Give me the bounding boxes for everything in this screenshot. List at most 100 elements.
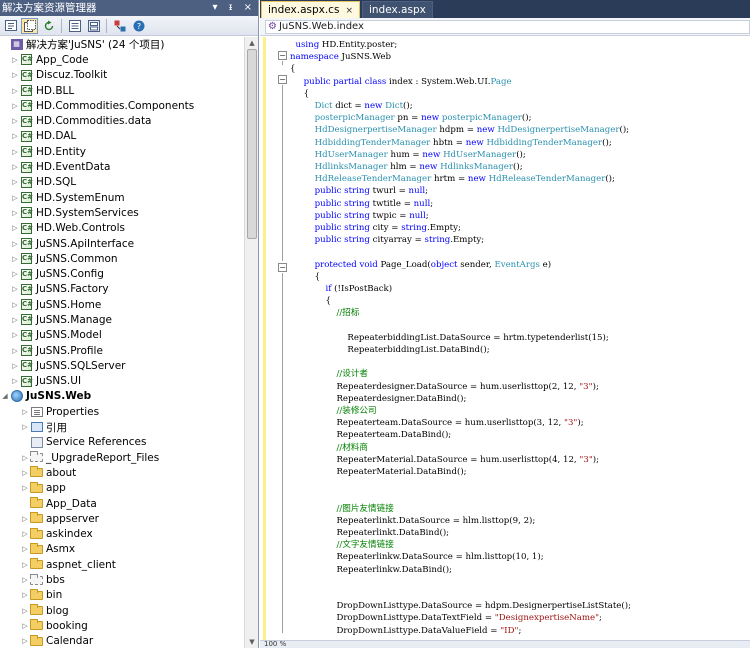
expand-arrow-icon[interactable]: ▷	[10, 71, 20, 79]
expand-arrow-icon[interactable]: ▷	[10, 362, 20, 370]
expand-arrow-icon[interactable]: ▷	[10, 270, 20, 278]
code-area[interactable]: using HD.Entity.poster; namespace JuSNS.W…	[290, 37, 750, 640]
expand-arrow-icon[interactable]: ▷	[20, 622, 30, 630]
code-line[interactable]: public string twpic = null;	[290, 210, 429, 222]
expand-arrow-icon[interactable]: ▷	[20, 423, 30, 431]
code-line[interactable]: //招标	[290, 307, 359, 319]
close-icon[interactable]: ×	[244, 2, 256, 13]
tree-item-jusns-sqlserver[interactable]: ▷ C# JuSNS.SQLServer	[0, 358, 245, 373]
code-line[interactable]: public string cityarray = string.Empty;	[290, 234, 485, 246]
code-line[interactable]: Repeaterdesigner.DataSource = hum.userli…	[290, 381, 598, 393]
pin-icon[interactable]: ᵻ	[229, 2, 237, 13]
code-line[interactable]: {	[290, 271, 320, 283]
expand-arrow-icon[interactable]: ▷	[20, 469, 30, 477]
solution-node[interactable]: ▦ 解决方案'JuSNS' (24 个项目)	[0, 37, 245, 52]
zoom-level[interactable]: 100 %	[264, 641, 286, 648]
code-line[interactable]: public partial class index : System.Web.…	[290, 76, 512, 88]
tree-item-jusns-home[interactable]: ▷ C# JuSNS.Home	[0, 297, 245, 312]
code-line[interactable]: {	[290, 63, 295, 75]
expand-arrow-icon[interactable]: ▷	[10, 194, 20, 202]
code-line[interactable]: namespace JuSNS.Web	[290, 51, 391, 63]
code-line[interactable]: HdlinksManager hlm = new HdlinksManager(…	[290, 161, 523, 173]
tree-item-app[interactable]: ▷ app	[0, 481, 245, 496]
collapse-method-icon[interactable]: −	[278, 263, 287, 272]
expand-arrow-icon[interactable]: ▷	[10, 377, 20, 385]
tree-item-hd-commodities-data[interactable]: ▷ C# HD.Commodities.data	[0, 113, 245, 128]
expand-arrow-icon[interactable]: ▷	[10, 117, 20, 125]
tree-item-jusns-apiinterface[interactable]: ▷ C# JuSNS.ApiInterface	[0, 236, 245, 251]
close-tab-icon[interactable]: ×	[345, 6, 353, 16]
tab-index-aspx[interactable]: index.aspx	[361, 1, 433, 18]
expand-arrow-icon[interactable]: ▷	[10, 209, 20, 217]
tree-item-appserver[interactable]: ▷ appserver	[0, 511, 245, 526]
tree-item-discuz-toolkit[interactable]: ▷ C# Discuz.Toolkit	[0, 68, 245, 83]
title-window-controls[interactable]: ▾ ᵻ ×	[212, 0, 256, 16]
expand-arrow-icon[interactable]: ▷	[10, 178, 20, 186]
code-line[interactable]: Dict dict = new Dict();	[290, 100, 413, 112]
code-line[interactable]: DropDownListtype.DataTextField = "Design…	[290, 612, 602, 624]
solution-tree[interactable]: ▦ 解决方案'JuSNS' (24 个项目) ▷ C# App_Code ▷ C# Dis…	[0, 37, 245, 648]
tree-item-calendar[interactable]: ▷ Calendar	[0, 634, 245, 648]
dropdown-arrow-icon[interactable]: ▾	[212, 2, 221, 13]
collapse-arrow-icon[interactable]: ◢	[0, 392, 10, 400]
expand-arrow-icon[interactable]: ▷	[20, 408, 30, 416]
code-line[interactable]: public string city = string.Empty;	[290, 222, 461, 234]
scroll-up-icon[interactable]: ▲	[245, 37, 259, 49]
tree-item-jusns-profile[interactable]: ▷ C# JuSNS.Profile	[0, 343, 245, 358]
code-line[interactable]: //设计者	[290, 368, 368, 380]
code-line[interactable]: RepeaterMaterial.DataSource = hum.userli…	[290, 454, 599, 466]
tree-item-properties[interactable]: ▷ Properties	[0, 404, 245, 419]
scroll-down-icon[interactable]: ▼	[245, 636, 259, 648]
scrollbar-thumb[interactable]	[247, 49, 257, 239]
expand-arrow-icon[interactable]: ▷	[10, 347, 20, 355]
code-line[interactable]: protected void Page_Load(object sender, …	[290, 259, 551, 271]
code-line[interactable]: public string twurl = null;	[290, 185, 428, 197]
expand-arrow-icon[interactable]: ▷	[10, 240, 20, 248]
expand-arrow-icon[interactable]: ▷	[10, 163, 20, 171]
class-diagram-button[interactable]	[111, 18, 128, 34]
tree-item-web-project[interactable]: ◢ JuSNS.Web	[0, 389, 245, 404]
expand-arrow-icon[interactable]: ▷	[20, 530, 30, 538]
code-line[interactable]: HdbiddingTenderManager hbtn = new Hdbidd…	[290, 137, 612, 149]
code-line[interactable]: {	[290, 295, 331, 307]
tree-item-bin[interactable]: ▷ bin	[0, 588, 245, 603]
expand-arrow-icon[interactable]: ▷	[20, 637, 30, 645]
code-line[interactable]: Repeaterlinkw.DataBind();	[290, 564, 452, 576]
code-line[interactable]: if (!IsPostBack)	[290, 283, 393, 295]
tree-item-hd-dal[interactable]: ▷ C# HD.DAL	[0, 129, 245, 144]
tree-item-hd-web-controls[interactable]: ▷ C# HD.Web.Controls	[0, 221, 245, 236]
code-line[interactable]: Repeaterlinkt.DataSource = hlm.listtop(9…	[290, 515, 535, 527]
tree-item-askindex[interactable]: ▷ askindex	[0, 527, 245, 542]
show-all-files-button[interactable]	[21, 17, 38, 34]
type-selector-dropdown[interactable]: ⚙ JuSNS.Web.index	[265, 19, 750, 34]
code-line[interactable]: HdDesignerpertiseManager hdpm = new HdDe…	[290, 124, 629, 136]
code-line[interactable]: Repeaterlinkw.DataSource = hlm.listtop(1…	[290, 551, 543, 563]
expand-arrow-icon[interactable]: ▷	[20, 515, 30, 523]
code-line[interactable]: //装修公司	[290, 405, 376, 417]
expand-arrow-icon[interactable]: ▷	[20, 484, 30, 492]
code-line[interactable]: DropDownListtype.DataValueField = "ID";	[290, 625, 521, 637]
code-line[interactable]: Repeaterlinkt.DataBind();	[290, 527, 449, 539]
code-line[interactable]: public string twtitle = null;	[290, 198, 434, 210]
tree-item-upgradereport-files[interactable]: ▷ _UpgradeReport_Files	[0, 450, 245, 465]
code-line[interactable]: DropDownListtype.DataSource = hdpm.Desig…	[290, 600, 631, 612]
solution-explorer-scrollbar[interactable]: ▲ ▼	[244, 37, 258, 648]
tree-item-hd-sql[interactable]: ▷ C# HD.SQL	[0, 175, 245, 190]
tree-item-jusns-factory[interactable]: ▷ C# JuSNS.Factory	[0, 282, 245, 297]
collapse-class-icon[interactable]: −	[278, 75, 287, 84]
code-line[interactable]: Repeaterdesigner.DataBind();	[290, 393, 466, 405]
tree-item-hd-eventdata[interactable]: ▷ C# HD.EventData	[0, 159, 245, 174]
properties-button[interactable]	[2, 18, 19, 34]
tree-item-hd-bll[interactable]: ▷ C# HD.BLL	[0, 83, 245, 98]
tree-item-hd-commodities-components[interactable]: ▷ C# HD.Commodities.Components	[0, 98, 245, 113]
expand-arrow-icon[interactable]: ▷	[20, 607, 30, 615]
tree-item-hd-systemenum[interactable]: ▷ C# HD.SystemEnum	[0, 190, 245, 205]
code-line[interactable]: {	[290, 88, 309, 100]
help-button[interactable]: ?	[130, 18, 147, 34]
tree-item-blog[interactable]: ▷ blog	[0, 603, 245, 618]
code-line[interactable]: RepeaterbiddingList.DataSource = hrtm.ty…	[290, 332, 608, 344]
refresh-button[interactable]	[40, 18, 57, 34]
expand-arrow-icon[interactable]: ▷	[10, 56, 20, 64]
code-line[interactable]: HdReleaseTenderManager hrtm = new HdRele…	[290, 173, 615, 185]
expand-arrow-icon[interactable]: ▷	[10, 224, 20, 232]
